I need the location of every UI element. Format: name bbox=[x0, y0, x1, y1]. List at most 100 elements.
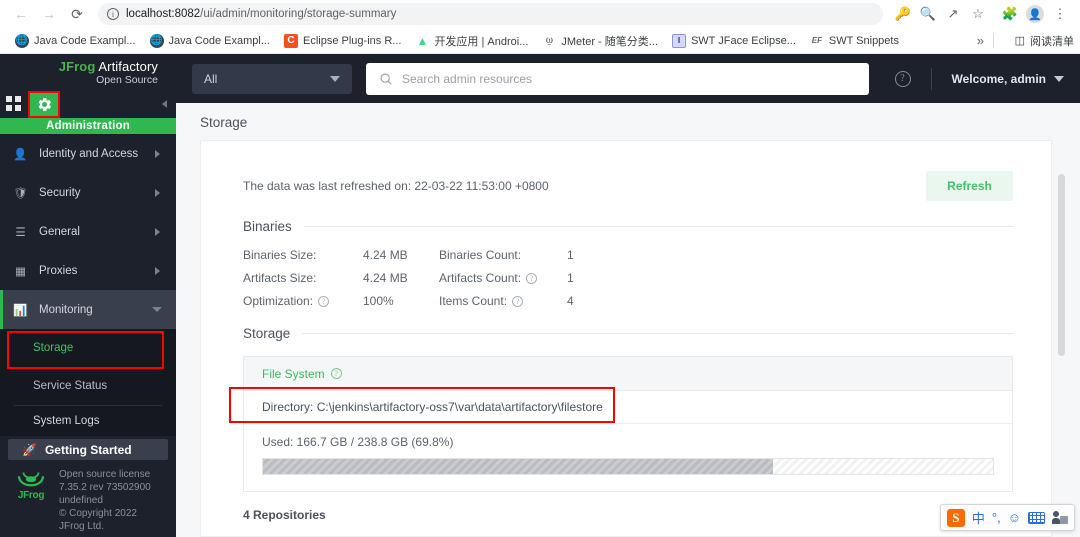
extensions-puzzle-icon[interactable]: 🧩 bbox=[998, 2, 1022, 26]
stat-label-text: Items Count: bbox=[439, 294, 508, 308]
browser-toolbar: ← → ⟳ i localhost:8082/ui/admin/monitori… bbox=[0, 0, 1080, 28]
sidebar-item-identity-and-access[interactable]: 👤 Identity and Access bbox=[0, 134, 176, 173]
app-shell: JFrog Artifactory Open Source Administra… bbox=[0, 54, 1080, 537]
help-circle-icon[interactable]: ? bbox=[330, 368, 342, 379]
sidebar-item-proxies[interactable]: ▦ Proxies bbox=[0, 251, 176, 290]
bookmarks-overflow-icon[interactable]: » bbox=[977, 33, 984, 48]
content-scrollbar[interactable] bbox=[1058, 144, 1066, 533]
address-bar[interactable]: i localhost:8082/ui/admin/monitoring/sto… bbox=[98, 3, 883, 25]
collapse-left-icon[interactable] bbox=[162, 100, 167, 109]
brand-edition: Open Source bbox=[96, 73, 158, 86]
bookmarks-bar: 🌐 Java Code Exampl... 🌐 Java Code Exampl… bbox=[0, 28, 1080, 54]
reload-icon[interactable]: ⟳ bbox=[64, 1, 90, 27]
mode-bar bbox=[0, 90, 176, 118]
globe-icon: 🌐 bbox=[149, 33, 164, 48]
sidebar-item-security[interactable]: 🛡 Security bbox=[0, 173, 176, 212]
reading-list-button[interactable]: ◫ 阅读清单 bbox=[1015, 33, 1074, 49]
stat-label: Artifacts Size: bbox=[243, 271, 363, 285]
scrollbar-thumb[interactable] bbox=[1058, 174, 1065, 356]
sidebar-item-system-logs[interactable]: System Logs bbox=[0, 406, 176, 436]
main-area: All ? Welcome, admin Storage bbox=[176, 54, 1080, 537]
bookmark-item[interactable]: ⍹ JMeter - 随笔分类... bbox=[535, 31, 665, 51]
share-icon[interactable]: ↗ bbox=[941, 2, 965, 26]
forward-icon[interactable]: → bbox=[36, 1, 62, 27]
sidebar-item-service-status[interactable]: Service Status bbox=[0, 367, 176, 405]
content-wrapper: The data was last refreshed on: 22-03-22… bbox=[176, 140, 1080, 537]
search-input[interactable] bbox=[402, 71, 856, 86]
chevron-down-icon bbox=[1054, 75, 1064, 82]
bookmark-star-icon[interactable]: ☆ bbox=[966, 2, 990, 26]
chevron-down-icon bbox=[152, 307, 162, 313]
section-rule bbox=[303, 226, 1013, 227]
sidebar-item-storage[interactable]: Storage bbox=[0, 329, 176, 367]
file-system-header: File System ? bbox=[244, 357, 1012, 391]
stat-label-text: Binaries Count: bbox=[439, 248, 522, 262]
storage-usage-bar bbox=[262, 458, 994, 475]
top-bar: All ? Welcome, admin bbox=[176, 54, 1080, 103]
brand-logo[interactable]: JFrog Artifactory Open Source bbox=[0, 54, 176, 91]
help-circle-icon[interactable]: ? bbox=[526, 272, 538, 284]
bookmark-item[interactable]: C Eclipse Plug-ins R... bbox=[277, 32, 408, 50]
reading-list-label: 阅读清单 bbox=[1030, 35, 1074, 48]
stat-label-text: Artifacts Size: bbox=[243, 271, 317, 285]
ef-icon: EF bbox=[811, 36, 822, 45]
key-icon[interactable]: 🔑 bbox=[891, 2, 915, 26]
ime-punctuation-mode[interactable]: °, bbox=[992, 510, 1001, 525]
bookmark-label: Eclipse Plug-ins R... bbox=[303, 34, 402, 47]
brand-jfrog: JFrog bbox=[58, 58, 96, 74]
chrome-menu-icon[interactable]: ⋮ bbox=[1048, 2, 1072, 26]
help-circle-icon[interactable]: ? bbox=[318, 295, 330, 307]
jmeter-icon: ⍹ bbox=[546, 34, 553, 46]
keyboard-icon[interactable] bbox=[1028, 511, 1045, 524]
admin-search-box[interactable] bbox=[366, 62, 869, 95]
bookmark-label: Java Code Exampl... bbox=[168, 34, 271, 47]
storage-summary-card: The data was last refreshed on: 22-03-22… bbox=[200, 140, 1052, 537]
ime-toolbar[interactable]: S 中 °, ☺ bbox=[939, 504, 1075, 531]
last-refreshed-text: The data was last refreshed on: 22-03-22… bbox=[243, 179, 549, 193]
stat-value: 1 bbox=[567, 248, 574, 262]
letter-c-icon: C bbox=[284, 33, 298, 48]
back-icon[interactable]: ← bbox=[8, 1, 34, 27]
bookmark-item[interactable]: EF SWT Snippets bbox=[803, 32, 906, 50]
bookmark-item[interactable]: 🌐 Java Code Exampl... bbox=[143, 32, 278, 50]
sidebar-item-general[interactable]: ☰ General bbox=[0, 212, 176, 251]
jfrog-logo: JFrog bbox=[12, 468, 50, 533]
url-path: /ui/admin/monitoring/storage-summary bbox=[200, 8, 397, 20]
ime-chinese-mode[interactable]: 中 bbox=[972, 508, 985, 527]
stat-value: 4.24 MB bbox=[363, 271, 408, 285]
file-system-usage: Used: 166.7 GB / 238.8 GB (69.8%) bbox=[244, 424, 1012, 491]
sidebar-item-label: Security bbox=[39, 186, 81, 199]
sidebar-item-monitoring[interactable]: 📊 Monitoring bbox=[0, 290, 176, 330]
refresh-row: The data was last refreshed on: 22-03-22… bbox=[243, 171, 1013, 201]
user-pad-icon[interactable] bbox=[1052, 511, 1068, 524]
bookmark-item[interactable]: 🌐 Java Code Exampl... bbox=[8, 32, 143, 50]
bookmark-item[interactable]: ‖ SWT JFace Eclipse... bbox=[665, 32, 803, 50]
sogou-logo-icon[interactable]: S bbox=[946, 508, 965, 527]
bookmark-item[interactable]: ▲ 开发应用 | Androi... bbox=[408, 31, 535, 51]
zoom-out-icon[interactable]: 🔍 bbox=[916, 2, 940, 26]
user-menu[interactable]: Welcome, admin bbox=[952, 72, 1064, 86]
stat-label: Binaries Size: bbox=[243, 248, 363, 262]
admin-gear-icon[interactable] bbox=[28, 90, 60, 118]
apps-grid-icon[interactable] bbox=[6, 96, 22, 112]
bookmark-label: 开发应用 | Androi... bbox=[434, 35, 529, 48]
repositories-count: 4 Repositories bbox=[243, 508, 326, 522]
smiley-icon[interactable]: ☺ bbox=[1008, 510, 1021, 525]
welcome-label: Welcome, admin bbox=[951, 71, 1046, 86]
help-circle-icon[interactable]: ? bbox=[894, 70, 911, 87]
top-bar-divider bbox=[930, 67, 932, 90]
site-info-icon[interactable]: i bbox=[107, 8, 119, 20]
section-label: Storage bbox=[243, 326, 291, 341]
stat-value: 4 bbox=[567, 294, 574, 308]
scope-select[interactable]: All bbox=[192, 63, 352, 94]
sidebar-item-label: Identity and Access bbox=[39, 147, 139, 160]
monitoring-submenu: Storage Service Status System Logs bbox=[0, 329, 176, 437]
refresh-button[interactable]: Refresh bbox=[926, 171, 1013, 201]
sidebar-subitem-label: Storage bbox=[33, 342, 74, 355]
stat-label: Items Count:? bbox=[439, 294, 567, 308]
getting-started-button[interactable]: 🚀 Getting Started bbox=[8, 439, 168, 460]
bookmark-label: JMeter - 随笔分类... bbox=[561, 35, 658, 48]
help-circle-icon[interactable]: ? bbox=[512, 295, 524, 307]
profile-avatar-icon[interactable]: 👤 bbox=[1023, 2, 1047, 26]
server-icon: ▦ bbox=[15, 265, 26, 278]
